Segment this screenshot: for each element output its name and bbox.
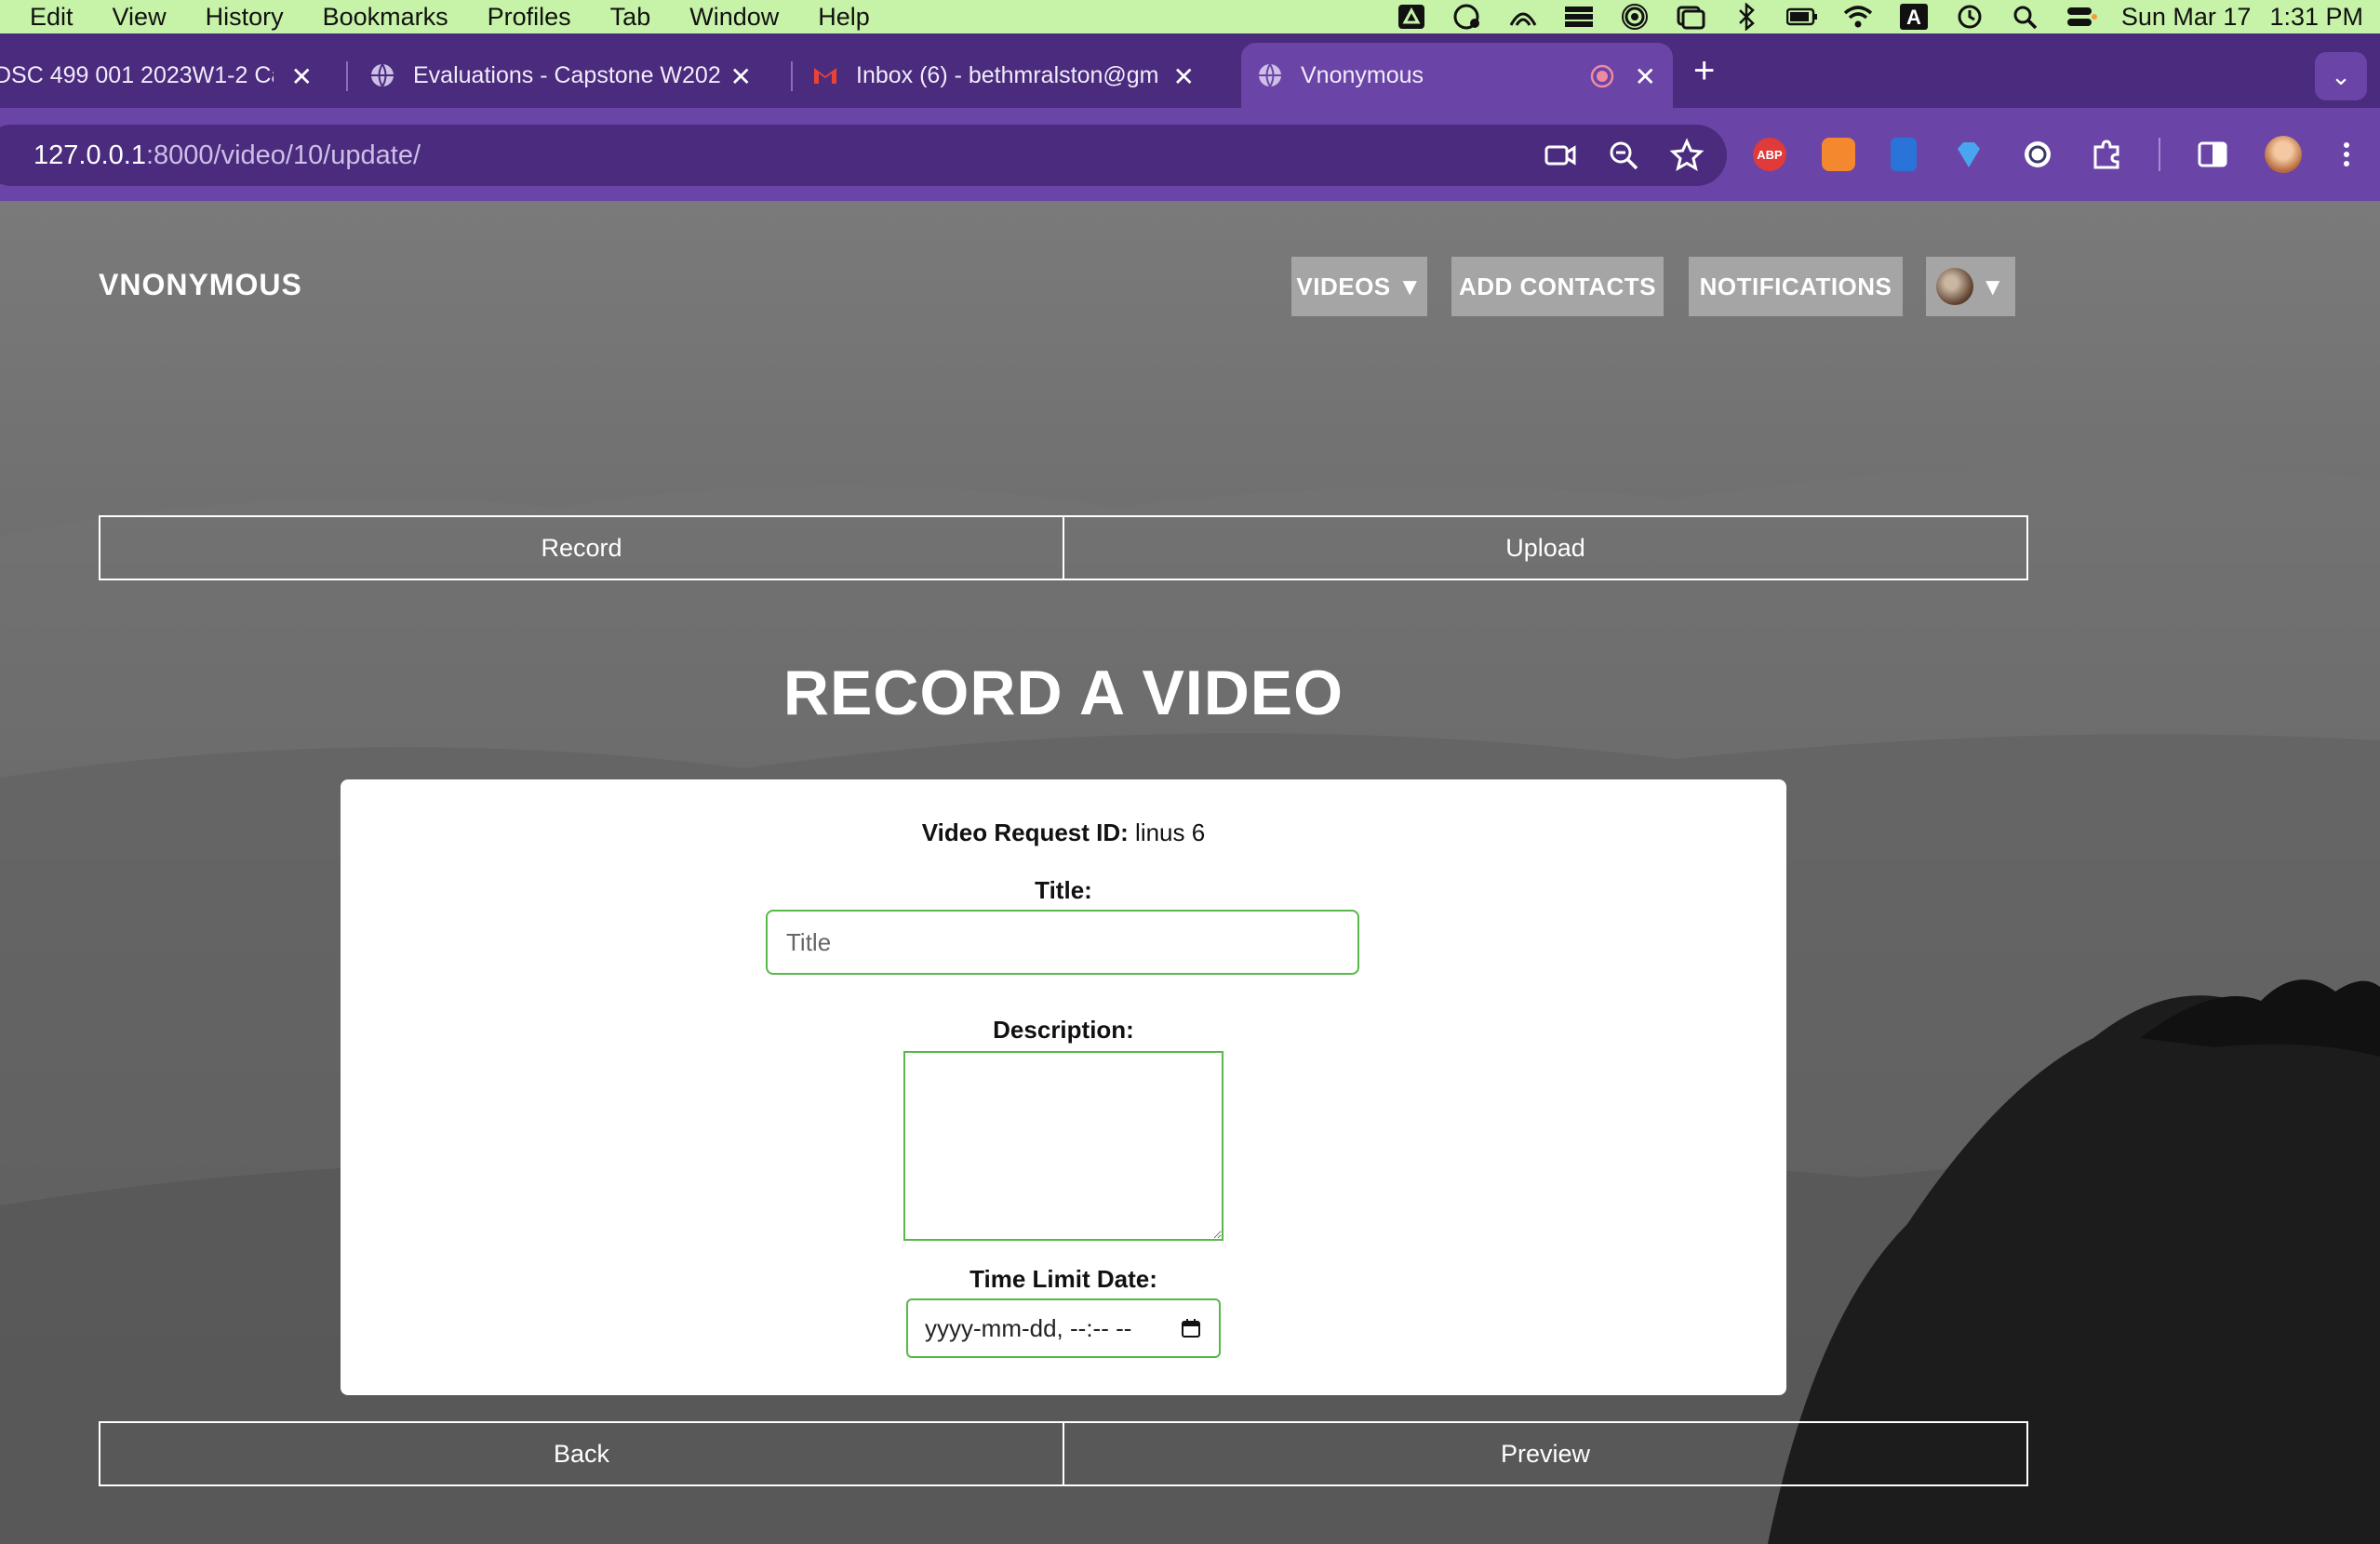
macos-menu-bar: Edit View History Bookmarks Profiles Tab… — [0, 0, 2380, 33]
browser-toolbar: 127.0.0.1:8000/video/10/update/ ABP — [0, 108, 2380, 201]
status-area: A Sun Mar 17 1:31 PM — [1396, 0, 2363, 33]
menu-profiles[interactable]: Profiles — [488, 3, 571, 32]
tab-close-icon[interactable]: ✕ — [291, 61, 313, 92]
search-icon[interactable] — [2010, 3, 2041, 31]
record-tab-button[interactable]: Record — [99, 515, 1064, 580]
menu-grid-icon[interactable] — [1563, 3, 1595, 31]
control-center-icon[interactable] — [2066, 3, 2097, 31]
grammarly-icon[interactable] — [1451, 3, 1483, 31]
side-panel-icon[interactable] — [2196, 138, 2229, 171]
video-form-card: Video Request ID: linus 6 Title: Descrip… — [341, 779, 1786, 1395]
web-page: VNONYMOUS VIDEOS ▼ ADD CONTACTS NOTIFICA… — [0, 201, 2380, 1544]
title-input[interactable] — [766, 910, 1359, 975]
google-drive-icon[interactable] — [1396, 3, 1427, 31]
gmail-icon — [814, 68, 836, 84]
add-contacts-button[interactable]: ADD CONTACTS — [1451, 257, 1664, 316]
address-bar-actions — [1543, 138, 1705, 173]
tab-canvas-course[interactable]: DSC 499 001 2023W1-2 Ca ✕ — [0, 43, 329, 108]
date-label: Sun Mar 17 — [2120, 2, 2252, 31]
tab-title: Vnonymous — [1301, 61, 1424, 88]
menu-view[interactable]: View — [113, 3, 167, 32]
chevron-down-icon: ▼ — [1980, 272, 2006, 300]
menu-bookmarks[interactable]: Bookmarks — [323, 3, 448, 32]
url-text[interactable]: 127.0.0.1:8000/video/10/update/ — [33, 140, 421, 171]
wifi-icon[interactable] — [1842, 3, 1874, 31]
back-button[interactable]: Back — [99, 1421, 1064, 1486]
tab-search-button[interactable]: ⌄ — [2315, 52, 2367, 100]
request-id-label: Video Request ID: — [921, 819, 1129, 846]
address-bar[interactable]: 127.0.0.1:8000/video/10/update/ — [0, 125, 1727, 186]
time-label: 1:31 PM — [2269, 2, 2363, 31]
title-label: Title: — [1035, 876, 1092, 904]
app-menus: Edit View History Bookmarks Profiles Tab… — [30, 3, 909, 32]
time-machine-icon[interactable] — [1954, 3, 1986, 31]
bookmark-star-icon[interactable] — [1669, 138, 1705, 173]
menu-bar-clock[interactable]: Sun Mar 17 1:31 PM — [2121, 3, 2363, 32]
globe-icon — [371, 63, 394, 88]
page-title: RECORD A VIDEO — [782, 658, 1344, 728]
video-request-id: Video Request ID: linus 6 — [341, 819, 1786, 847]
tab-evaluations[interactable]: Evaluations - Capstone W202 ✕ — [368, 43, 769, 108]
menu-help[interactable]: Help — [818, 3, 870, 32]
tab-close-icon[interactable]: ✕ — [1635, 61, 1656, 92]
url-host: 127.0.0.1 — [33, 140, 146, 170]
preview-button[interactable]: Preview — [1063, 1421, 2028, 1486]
datetime-placeholder: yyyy-mm-dd, --:-- -- — [925, 1313, 1132, 1342]
camera-in-use-icon[interactable] — [1543, 138, 1578, 173]
recording-indicator-icon — [1590, 64, 1614, 88]
zoom-icon[interactable] — [1606, 138, 1641, 173]
adblock-icon[interactable]: ABP — [1753, 138, 1786, 171]
upload-tab-button[interactable]: Upload — [1063, 515, 2028, 580]
notifications-button[interactable]: NOTIFICATIONS — [1689, 257, 1903, 316]
airdrop-icon[interactable] — [1619, 3, 1651, 31]
time-limit-label: Time Limit Date: — [969, 1265, 1157, 1293]
url-path: :8000/video/10/update/ — [145, 140, 421, 170]
tab-title: Inbox (6) - bethmralston@gm — [856, 61, 1159, 88]
menu-history[interactable]: History — [206, 3, 284, 32]
keyboard-a-icon[interactable]: A — [1898, 3, 1930, 31]
time-limit-datetime-input[interactable]: yyyy-mm-dd, --:-- -- — [906, 1298, 1221, 1358]
bitwarden-icon[interactable] — [1891, 138, 1917, 171]
globe-icon — [1259, 63, 1281, 88]
videos-dropdown-button[interactable]: VIDEOS ▼ — [1291, 257, 1427, 316]
tab-vnonymous[interactable]: Vnonymous ✕ — [1241, 43, 1673, 108]
tab-divider — [791, 61, 793, 91]
bluetooth-icon[interactable] — [1731, 3, 1762, 31]
extensions-area: ABP — [1753, 136, 2356, 173]
browser-profile-avatar[interactable] — [2265, 136, 2302, 173]
metamask-icon[interactable] — [1822, 138, 1855, 171]
profile-menu-button[interactable]: ▼ — [1926, 257, 2015, 316]
grammarly-icon[interactable] — [2021, 138, 2054, 171]
request-id-value: linus 6 — [1135, 819, 1206, 846]
battery-icon[interactable] — [1785, 3, 1818, 31]
kebab-menu-icon[interactable] — [2337, 138, 2356, 171]
tab-title: DSC 499 001 2023W1-2 Ca — [0, 61, 274, 88]
menu-tab[interactable]: Tab — [610, 3, 651, 32]
svg-text:A: A — [1906, 6, 1921, 29]
avatar — [1935, 268, 1973, 305]
tab-close-icon[interactable]: ✕ — [1173, 61, 1195, 92]
gem-icon[interactable] — [1952, 138, 1986, 171]
calendar-icon[interactable] — [1180, 1317, 1202, 1339]
tab-gmail-inbox[interactable]: Inbox (6) - bethmralston@gm ✕ — [811, 43, 1211, 108]
puzzle-icon[interactable] — [2090, 138, 2123, 171]
description-label: Description: — [993, 1016, 1134, 1044]
description-textarea[interactable] — [903, 1051, 1223, 1241]
new-tab-button[interactable]: + — [1693, 50, 1715, 92]
window-icon[interactable] — [1675, 3, 1706, 31]
menu-edit[interactable]: Edit — [30, 3, 74, 32]
site-logo[interactable]: VNONYMOUS — [99, 268, 302, 302]
browser-tab-strip: DSC 499 001 2023W1-2 Ca ✕ Evaluations - … — [0, 33, 2380, 108]
menu-window[interactable]: Window — [689, 3, 779, 32]
tab-divider — [346, 61, 348, 91]
tab-title: Evaluations - Capstone W202 — [413, 61, 721, 88]
toolbar-divider — [2159, 138, 2160, 171]
cloud-icon[interactable] — [1507, 3, 1539, 31]
tab-close-icon[interactable]: ✕ — [730, 61, 752, 92]
